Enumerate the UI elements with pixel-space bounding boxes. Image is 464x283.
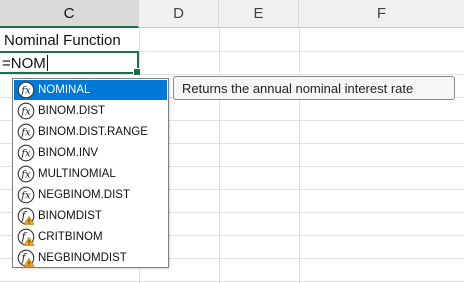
svg-text:fx: fx: [20, 107, 31, 118]
function-icon: fx: [17, 144, 35, 162]
autocomplete-item-label: BINOM.DIST: [38, 105, 106, 117]
column-header-f[interactable]: F: [299, 0, 464, 28]
svg-text:fx: fx: [20, 86, 31, 97]
autocomplete-item[interactable]: fx MULTINOMIAL: [14, 164, 167, 184]
text-cursor: [46, 55, 48, 71]
compatibility-function-icon: f: [17, 228, 35, 246]
column-divider: [219, 28, 220, 283]
column-divider: [299, 28, 300, 283]
autocomplete-item-label: NEGBINOM.DIST: [38, 189, 131, 201]
row-divider: [0, 281, 464, 282]
autocomplete-item[interactable]: fx NEGBINOM.DIST: [14, 185, 167, 205]
autocomplete-item[interactable]: fx BINOM.DIST.RANGE: [14, 122, 167, 142]
svg-text:fx: fx: [20, 191, 31, 202]
compatibility-function-icon: f: [17, 249, 35, 267]
column-header-c[interactable]: C: [0, 0, 139, 28]
autocomplete-item[interactable]: f BINOMDIST: [14, 206, 167, 226]
column-header-label: C: [63, 4, 75, 22]
column-header-label: D: [173, 5, 184, 22]
autocomplete-item[interactable]: fx BINOM.DIST: [14, 101, 167, 121]
title-cell[interactable]: Nominal Function: [4, 32, 121, 49]
autocomplete-item[interactable]: fx NOMINAL: [14, 80, 167, 100]
formula-input-value: =NOM: [2, 55, 46, 72]
function-icon: fx: [17, 102, 35, 120]
compatibility-function-icon: f: [17, 207, 35, 225]
row-divider: [0, 74, 464, 75]
function-icon: fx: [17, 123, 35, 141]
svg-text:fx: fx: [20, 128, 31, 139]
svg-text:fx: fx: [20, 170, 31, 181]
function-icon: fx: [17, 186, 35, 204]
column-header-label: E: [253, 5, 264, 22]
autocomplete-item-label: BINOM.INV: [38, 147, 99, 159]
autocomplete-item-label: BINOM.DIST.RANGE: [38, 126, 148, 138]
autocomplete-item-label: NEGBINOMDIST: [38, 252, 127, 264]
autocomplete-item[interactable]: f CRITBINOM: [14, 227, 167, 247]
cell-formula-text: =NOM: [2, 55, 48, 72]
autocomplete-item[interactable]: f NEGBINOMDIST: [14, 248, 167, 268]
fill-handle[interactable]: [133, 68, 141, 76]
autocomplete-item-label: BINOMDIST: [38, 210, 102, 222]
column-header-e[interactable]: E: [219, 0, 299, 28]
tooltip-text: Returns the annual nominal interest rate: [182, 80, 414, 96]
column-header-d[interactable]: D: [139, 0, 219, 28]
autocomplete-item[interactable]: fx BINOM.INV: [14, 143, 167, 163]
autocomplete-item-label: MULTINOMIAL: [38, 168, 116, 180]
function-description-tooltip: Returns the annual nominal interest rate: [173, 76, 455, 100]
autocomplete-item-label: CRITBINOM: [38, 231, 103, 243]
autocomplete-item-label: NOMINAL: [38, 84, 91, 96]
svg-text:fx: fx: [20, 149, 31, 160]
active-cell-editor[interactable]: =NOM: [0, 51, 141, 76]
function-icon: fx: [17, 165, 35, 183]
function-icon: fx: [17, 81, 35, 99]
column-header-label: F: [376, 5, 387, 22]
formula-autocomplete-list[interactable]: fx NOMINAL fx BINOM.DIST fx BINOM.DIST.R…: [12, 78, 169, 268]
